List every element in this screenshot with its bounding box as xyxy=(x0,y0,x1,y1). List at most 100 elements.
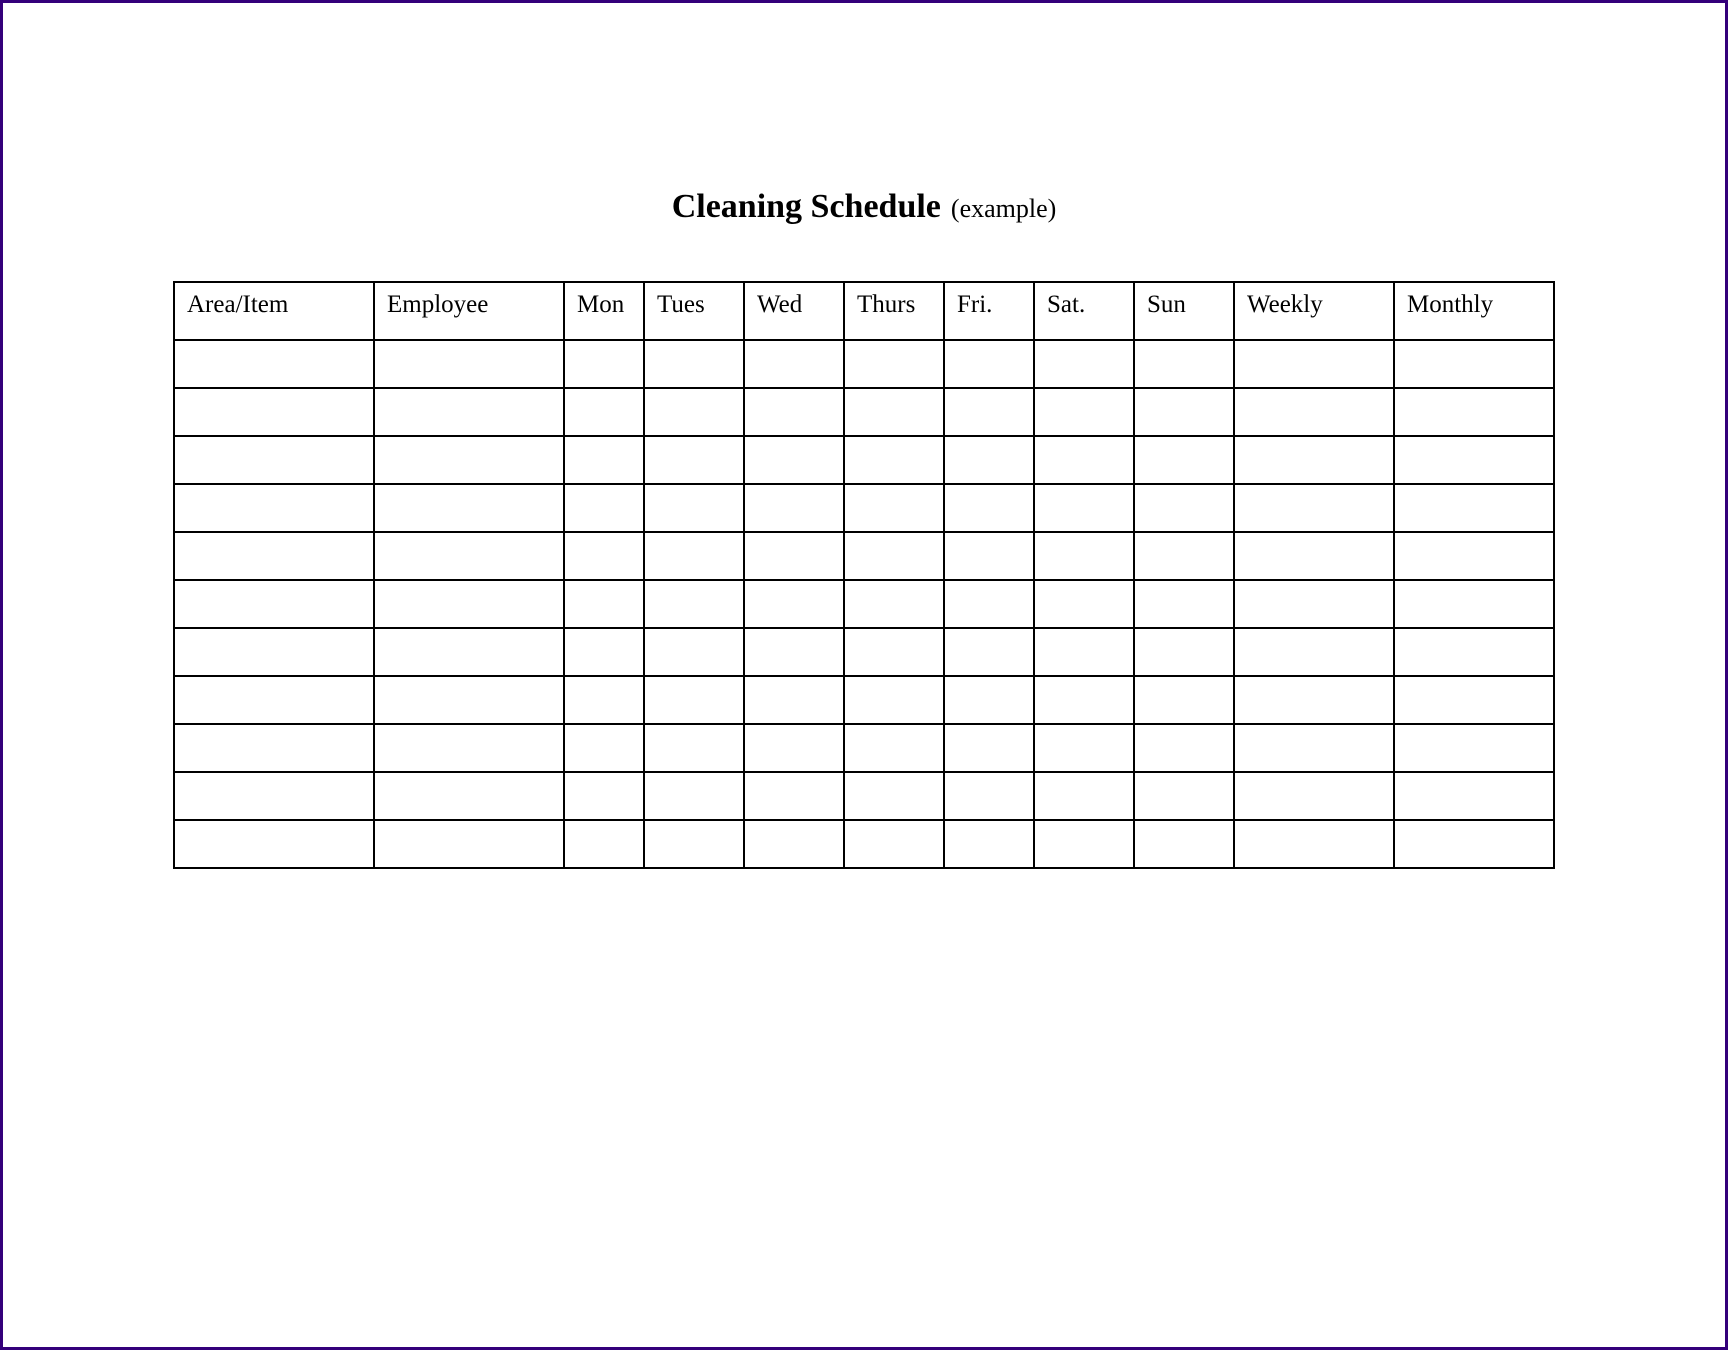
table-row xyxy=(174,772,1554,820)
cell xyxy=(1134,772,1234,820)
cell xyxy=(744,676,844,724)
cell xyxy=(1394,676,1554,724)
table-row xyxy=(174,340,1554,388)
header-wed: Wed xyxy=(744,282,844,340)
cell xyxy=(644,340,744,388)
header-sat: Sat. xyxy=(1034,282,1134,340)
cell xyxy=(944,580,1034,628)
cell xyxy=(844,388,944,436)
cell xyxy=(1394,772,1554,820)
header-weekly: Weekly xyxy=(1234,282,1394,340)
cell xyxy=(644,532,744,580)
cell xyxy=(174,676,374,724)
cell xyxy=(744,580,844,628)
table-row xyxy=(174,532,1554,580)
cell xyxy=(1134,436,1234,484)
cell xyxy=(1034,772,1134,820)
cell xyxy=(374,484,564,532)
cell xyxy=(564,580,644,628)
cell xyxy=(174,772,374,820)
cell xyxy=(174,820,374,868)
cell xyxy=(564,628,644,676)
cell xyxy=(1134,388,1234,436)
cell xyxy=(1034,724,1134,772)
cell xyxy=(744,724,844,772)
table-row xyxy=(174,388,1554,436)
cell xyxy=(1234,484,1394,532)
cell xyxy=(374,676,564,724)
table-row xyxy=(174,724,1554,772)
cell xyxy=(1034,532,1134,580)
cell xyxy=(744,436,844,484)
cell xyxy=(1394,628,1554,676)
header-area: Area/Item xyxy=(174,282,374,340)
cell xyxy=(944,484,1034,532)
cell xyxy=(744,628,844,676)
cell xyxy=(374,532,564,580)
table-body xyxy=(174,340,1554,868)
cell xyxy=(644,484,744,532)
cell xyxy=(374,628,564,676)
table-row xyxy=(174,436,1554,484)
cell xyxy=(1394,484,1554,532)
cell xyxy=(1234,340,1394,388)
cell xyxy=(1134,532,1234,580)
cell xyxy=(944,388,1034,436)
cell xyxy=(1134,484,1234,532)
cell xyxy=(374,388,564,436)
cell xyxy=(644,676,744,724)
cell xyxy=(564,484,644,532)
header-sun: Sun xyxy=(1134,282,1234,340)
cell xyxy=(1394,580,1554,628)
cell xyxy=(844,724,944,772)
cell xyxy=(1034,628,1134,676)
schedule-table: Area/Item Employee Mon Tues Wed Thurs Fr… xyxy=(173,281,1555,869)
cell xyxy=(374,772,564,820)
cell xyxy=(744,388,844,436)
cell xyxy=(944,628,1034,676)
cell xyxy=(1234,628,1394,676)
header-thurs: Thurs xyxy=(844,282,944,340)
cell xyxy=(174,340,374,388)
cell xyxy=(1394,532,1554,580)
cell xyxy=(1034,484,1134,532)
header-fri: Fri. xyxy=(944,282,1034,340)
cell xyxy=(844,484,944,532)
cell xyxy=(564,340,644,388)
cell xyxy=(564,532,644,580)
cell xyxy=(1234,676,1394,724)
cell xyxy=(174,532,374,580)
title-block: Cleaning Schedule (example) xyxy=(3,188,1725,226)
cell xyxy=(564,772,644,820)
cell xyxy=(1234,388,1394,436)
cell xyxy=(644,436,744,484)
table-header-row: Area/Item Employee Mon Tues Wed Thurs Fr… xyxy=(174,282,1554,340)
cell xyxy=(564,676,644,724)
cell xyxy=(1034,388,1134,436)
cell xyxy=(844,580,944,628)
cell xyxy=(844,676,944,724)
cell xyxy=(174,484,374,532)
header-tues: Tues xyxy=(644,282,744,340)
cell xyxy=(744,484,844,532)
header-employee: Employee xyxy=(374,282,564,340)
cell xyxy=(1134,676,1234,724)
cell xyxy=(1234,724,1394,772)
cell xyxy=(1394,436,1554,484)
cell xyxy=(174,628,374,676)
cell xyxy=(374,580,564,628)
table-row xyxy=(174,580,1554,628)
cell xyxy=(844,628,944,676)
cell xyxy=(1134,820,1234,868)
cell xyxy=(1134,724,1234,772)
cell xyxy=(944,724,1034,772)
cell xyxy=(1034,676,1134,724)
cell xyxy=(1234,820,1394,868)
cell xyxy=(844,436,944,484)
cell xyxy=(1394,820,1554,868)
cell xyxy=(174,580,374,628)
cell xyxy=(564,436,644,484)
cell xyxy=(844,772,944,820)
cell xyxy=(744,820,844,868)
cell xyxy=(744,340,844,388)
